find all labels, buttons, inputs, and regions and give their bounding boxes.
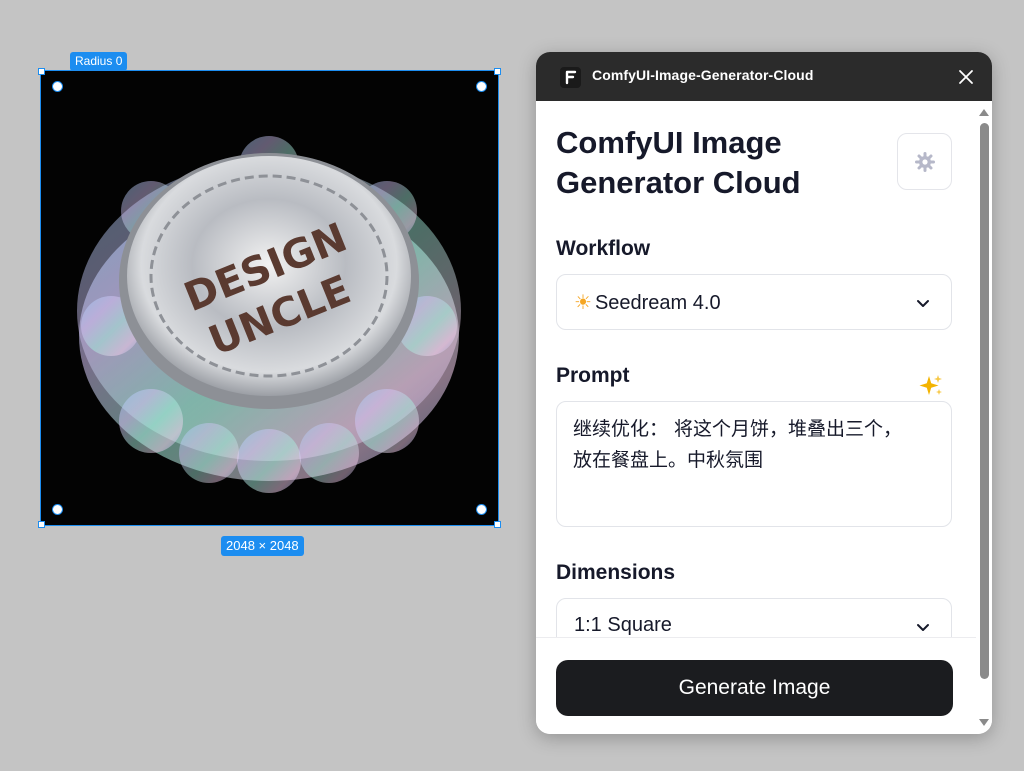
radius-label[interactable]: Radius 0 [70,52,128,71]
chevron-down-icon [917,300,929,307]
workflow-select[interactable]: ☀ Seedream 4.0 [556,274,952,330]
close-icon[interactable] [954,65,978,89]
scrollbar[interactable] [976,101,992,734]
resize-handle-top-left[interactable] [38,68,45,75]
gear-icon [915,152,935,172]
scroll-down-arrow-icon[interactable] [978,718,990,728]
page-title-line2: Generator Cloud [556,165,801,200]
size-label: 2048 × 2048 [221,536,304,556]
prompt-text: 继续优化： 将这个月饼，堆叠出三个， 放在餐盘上。中秋氛围 [573,414,933,476]
plugin-logo-icon [560,67,581,88]
sun-icon: ☀ [574,292,592,314]
panel-titlebar[interactable]: ComfyUI-Image-Generator-Cloud [536,52,992,101]
prompt-text-line1: 继续优化： 将这个月饼，堆叠出三个， [573,418,903,440]
generate-image-button[interactable]: Generate Image [556,660,953,716]
resize-handle-top-right[interactable] [494,68,501,75]
panel-footer: Generate Image [536,637,976,734]
scroll-thumb[interactable] [980,123,989,679]
panel-content: ComfyUI Image Generator Cloud Workflow ☀… [536,101,976,637]
dimensions-select[interactable]: 1:1 Square [556,598,952,637]
corner-radius-handle-bottom-right[interactable] [476,504,487,515]
resize-handle-bottom-left[interactable] [38,521,45,528]
corner-radius-handle-bottom-left[interactable] [52,504,63,515]
workflow-selected-text: Seedream 4.0 [594,292,721,314]
scroll-up-arrow-icon[interactable] [978,107,990,117]
chevron-down-icon [917,624,929,631]
corner-radius-handle-top-left[interactable] [52,81,63,92]
prompt-textarea[interactable]: 继续优化： 将这个月饼，堆叠出三个， 放在餐盘上。中秋氛围 [556,401,952,527]
image-frame[interactable]: DESIGN UNCLE [40,70,499,526]
window-title: ComfyUI-Image-Generator-Cloud [592,67,814,83]
prompt-text-line2: 放在餐盘上。中秋氛围 [573,449,764,471]
corner-radius-handle-top-right[interactable] [476,81,487,92]
settings-button[interactable] [897,133,952,190]
workflow-label: Workflow [556,237,651,260]
prompt-label: Prompt [556,364,630,387]
dimensions-selected-text: 1:1 Square [574,614,672,636]
plugin-panel: ComfyUI-Image-Generator-Cloud ComfyUI Im… [536,52,992,734]
mooncake-image: DESIGN UNCLE [77,136,461,493]
sparkle-icon[interactable] [918,373,944,399]
page-title: ComfyUI Image Generator Cloud [556,123,886,203]
workflow-select-value: ☀ Seedream 4.0 [574,290,721,315]
resize-handle-bottom-right[interactable] [494,521,501,528]
page-title-line1: ComfyUI Image [556,125,782,160]
dimensions-label: Dimensions [556,561,676,584]
